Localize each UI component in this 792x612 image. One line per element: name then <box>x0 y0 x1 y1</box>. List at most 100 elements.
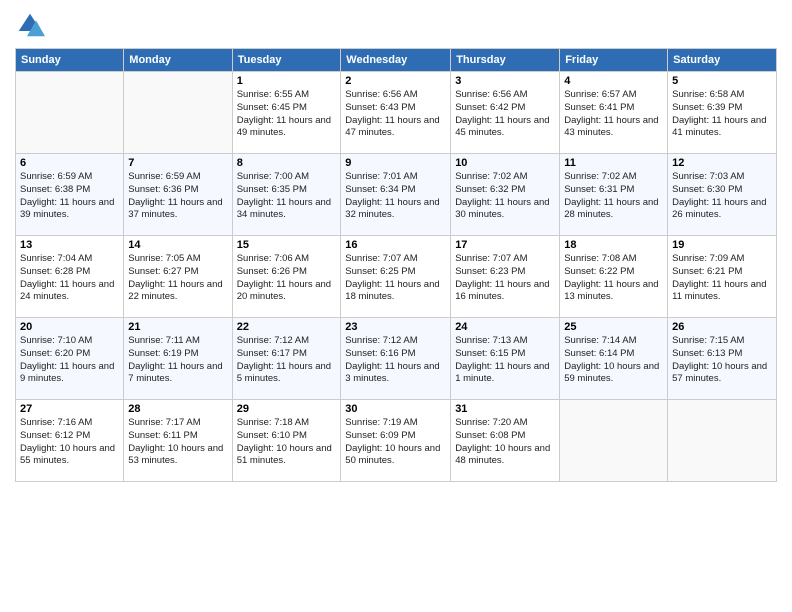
day-info: Sunrise: 7:09 AM Sunset: 6:21 PM Dayligh… <box>672 253 772 304</box>
day-info: Sunrise: 7:16 AM Sunset: 6:12 PM Dayligh… <box>20 417 119 468</box>
day-cell: 29 Sunrise: 7:18 AM Sunset: 6:10 PM Dayli… <box>232 400 341 482</box>
day-info: Sunrise: 7:00 AM Sunset: 6:35 PM Dayligh… <box>237 171 337 222</box>
day-cell: 2 Sunrise: 6:56 AM Sunset: 6:43 PM Daylig… <box>341 72 451 154</box>
day-info: Sunrise: 7:14 AM Sunset: 6:14 PM Dayligh… <box>564 335 663 386</box>
day-cell: 17 Sunrise: 7:07 AM Sunset: 6:23 PM Dayli… <box>451 236 560 318</box>
day-cell: 4 Sunrise: 6:57 AM Sunset: 6:41 PM Daylig… <box>560 72 668 154</box>
header-row: SundayMondayTuesdayWednesdayThursdayFrid… <box>16 49 777 72</box>
day-number: 14 <box>128 239 227 251</box>
day-cell: 28 Sunrise: 7:17 AM Sunset: 6:11 PM Dayli… <box>124 400 232 482</box>
day-info: Sunrise: 7:07 AM Sunset: 6:25 PM Dayligh… <box>345 253 446 304</box>
day-cell: 1 Sunrise: 6:55 AM Sunset: 6:45 PM Daylig… <box>232 72 341 154</box>
day-number: 11 <box>564 157 663 169</box>
day-number: 20 <box>20 321 119 333</box>
day-number: 31 <box>455 403 555 415</box>
week-row-0: 1 Sunrise: 6:55 AM Sunset: 6:45 PM Daylig… <box>16 72 777 154</box>
header-cell-thursday: Thursday <box>451 49 560 72</box>
day-number: 13 <box>20 239 119 251</box>
day-info: Sunrise: 7:07 AM Sunset: 6:23 PM Dayligh… <box>455 253 555 304</box>
day-info: Sunrise: 6:56 AM Sunset: 6:43 PM Dayligh… <box>345 89 446 140</box>
day-number: 8 <box>237 157 337 169</box>
week-row-3: 20Sunrise: 7:10 AM Sunset: 6:20 PM Dayli… <box>16 318 777 400</box>
day-number: 2 <box>345 75 446 87</box>
day-cell: 7 Sunrise: 6:59 AM Sunset: 6:36 PM Daylig… <box>124 154 232 236</box>
day-cell: 25 Sunrise: 7:14 AM Sunset: 6:14 PM Dayli… <box>560 318 668 400</box>
day-cell: 31Sunrise: 7:20 AM Sunset: 6:08 PM Dayli… <box>451 400 560 482</box>
day-info: Sunrise: 7:15 AM Sunset: 6:13 PM Dayligh… <box>672 335 772 386</box>
day-number: 3 <box>455 75 555 87</box>
day-cell: 20Sunrise: 7:10 AM Sunset: 6:20 PM Dayli… <box>16 318 124 400</box>
day-cell: 30Sunrise: 7:19 AM Sunset: 6:09 PM Dayli… <box>341 400 451 482</box>
day-info: Sunrise: 7:17 AM Sunset: 6:11 PM Dayligh… <box>128 417 227 468</box>
day-number: 24 <box>455 321 555 333</box>
day-info: Sunrise: 6:56 AM Sunset: 6:42 PM Dayligh… <box>455 89 555 140</box>
day-info: Sunrise: 7:02 AM Sunset: 6:31 PM Dayligh… <box>564 171 663 222</box>
day-cell: 15 Sunrise: 7:06 AM Sunset: 6:26 PM Dayli… <box>232 236 341 318</box>
day-cell: 10Sunrise: 7:02 AM Sunset: 6:32 PM Dayli… <box>451 154 560 236</box>
day-number: 6 <box>20 157 119 169</box>
day-cell: 8 Sunrise: 7:00 AM Sunset: 6:35 PM Daylig… <box>232 154 341 236</box>
header <box>15 10 777 40</box>
week-row-4: 27 Sunrise: 7:16 AM Sunset: 6:12 PM Dayli… <box>16 400 777 482</box>
day-cell <box>668 400 777 482</box>
logo <box>15 10 48 40</box>
day-number: 5 <box>672 75 772 87</box>
day-info: Sunrise: 7:08 AM Sunset: 6:22 PM Dayligh… <box>564 253 663 304</box>
header-cell-tuesday: Tuesday <box>232 49 341 72</box>
day-number: 17 <box>455 239 555 251</box>
day-number: 16 <box>345 239 446 251</box>
header-cell-wednesday: Wednesday <box>341 49 451 72</box>
day-cell: 9Sunrise: 7:01 AM Sunset: 6:34 PM Daylig… <box>341 154 451 236</box>
day-cell <box>124 72 232 154</box>
day-number: 22 <box>237 321 337 333</box>
day-cell: 24 Sunrise: 7:13 AM Sunset: 6:15 PM Dayli… <box>451 318 560 400</box>
day-cell: 6 Sunrise: 6:59 AM Sunset: 6:38 PM Daylig… <box>16 154 124 236</box>
day-number: 1 <box>237 75 337 87</box>
day-info: Sunrise: 6:55 AM Sunset: 6:45 PM Dayligh… <box>237 89 337 140</box>
day-number: 4 <box>564 75 663 87</box>
day-info: Sunrise: 7:13 AM Sunset: 6:15 PM Dayligh… <box>455 335 555 386</box>
day-number: 12 <box>672 157 772 169</box>
day-info: Sunrise: 6:59 AM Sunset: 6:38 PM Dayligh… <box>20 171 119 222</box>
day-cell: 3 Sunrise: 6:56 AM Sunset: 6:42 PM Daylig… <box>451 72 560 154</box>
day-info: Sunrise: 7:19 AM Sunset: 6:09 PM Dayligh… <box>345 417 446 468</box>
day-cell: 23 Sunrise: 7:12 AM Sunset: 6:16 PM Dayli… <box>341 318 451 400</box>
day-info: Sunrise: 6:57 AM Sunset: 6:41 PM Dayligh… <box>564 89 663 140</box>
day-cell: 27 Sunrise: 7:16 AM Sunset: 6:12 PM Dayli… <box>16 400 124 482</box>
day-info: Sunrise: 6:59 AM Sunset: 6:36 PM Dayligh… <box>128 171 227 222</box>
week-row-1: 6 Sunrise: 6:59 AM Sunset: 6:38 PM Daylig… <box>16 154 777 236</box>
day-number: 7 <box>128 157 227 169</box>
header-cell-sunday: Sunday <box>16 49 124 72</box>
day-number: 15 <box>237 239 337 251</box>
day-info: Sunrise: 7:12 AM Sunset: 6:16 PM Dayligh… <box>345 335 446 386</box>
day-info: Sunrise: 7:06 AM Sunset: 6:26 PM Dayligh… <box>237 253 337 304</box>
header-cell-monday: Monday <box>124 49 232 72</box>
day-cell: 11 Sunrise: 7:02 AM Sunset: 6:31 PM Dayli… <box>560 154 668 236</box>
day-cell <box>16 72 124 154</box>
day-cell: 16 Sunrise: 7:07 AM Sunset: 6:25 PM Dayli… <box>341 236 451 318</box>
day-cell: 21 Sunrise: 7:11 AM Sunset: 6:19 PM Dayli… <box>124 318 232 400</box>
day-cell: 13Sunrise: 7:04 AM Sunset: 6:28 PM Dayli… <box>16 236 124 318</box>
day-number: 25 <box>564 321 663 333</box>
day-cell: 26 Sunrise: 7:15 AM Sunset: 6:13 PM Dayli… <box>668 318 777 400</box>
day-cell: 5 Sunrise: 6:58 AM Sunset: 6:39 PM Daylig… <box>668 72 777 154</box>
day-info: Sunrise: 7:03 AM Sunset: 6:30 PM Dayligh… <box>672 171 772 222</box>
day-info: Sunrise: 7:05 AM Sunset: 6:27 PM Dayligh… <box>128 253 227 304</box>
day-info: Sunrise: 7:18 AM Sunset: 6:10 PM Dayligh… <box>237 417 337 468</box>
day-number: 19 <box>672 239 772 251</box>
header-cell-friday: Friday <box>560 49 668 72</box>
day-info: Sunrise: 7:11 AM Sunset: 6:19 PM Dayligh… <box>128 335 227 386</box>
day-number: 23 <box>345 321 446 333</box>
day-cell: 19 Sunrise: 7:09 AM Sunset: 6:21 PM Dayli… <box>668 236 777 318</box>
day-number: 26 <box>672 321 772 333</box>
day-cell <box>560 400 668 482</box>
day-number: 27 <box>20 403 119 415</box>
day-number: 28 <box>128 403 227 415</box>
day-cell: 22Sunrise: 7:12 AM Sunset: 6:17 PM Dayli… <box>232 318 341 400</box>
day-info: Sunrise: 6:58 AM Sunset: 6:39 PM Dayligh… <box>672 89 772 140</box>
day-number: 29 <box>237 403 337 415</box>
day-cell: 18Sunrise: 7:08 AM Sunset: 6:22 PM Dayli… <box>560 236 668 318</box>
day-number: 10 <box>455 157 555 169</box>
day-number: 21 <box>128 321 227 333</box>
day-cell: 14 Sunrise: 7:05 AM Sunset: 6:27 PM Dayli… <box>124 236 232 318</box>
